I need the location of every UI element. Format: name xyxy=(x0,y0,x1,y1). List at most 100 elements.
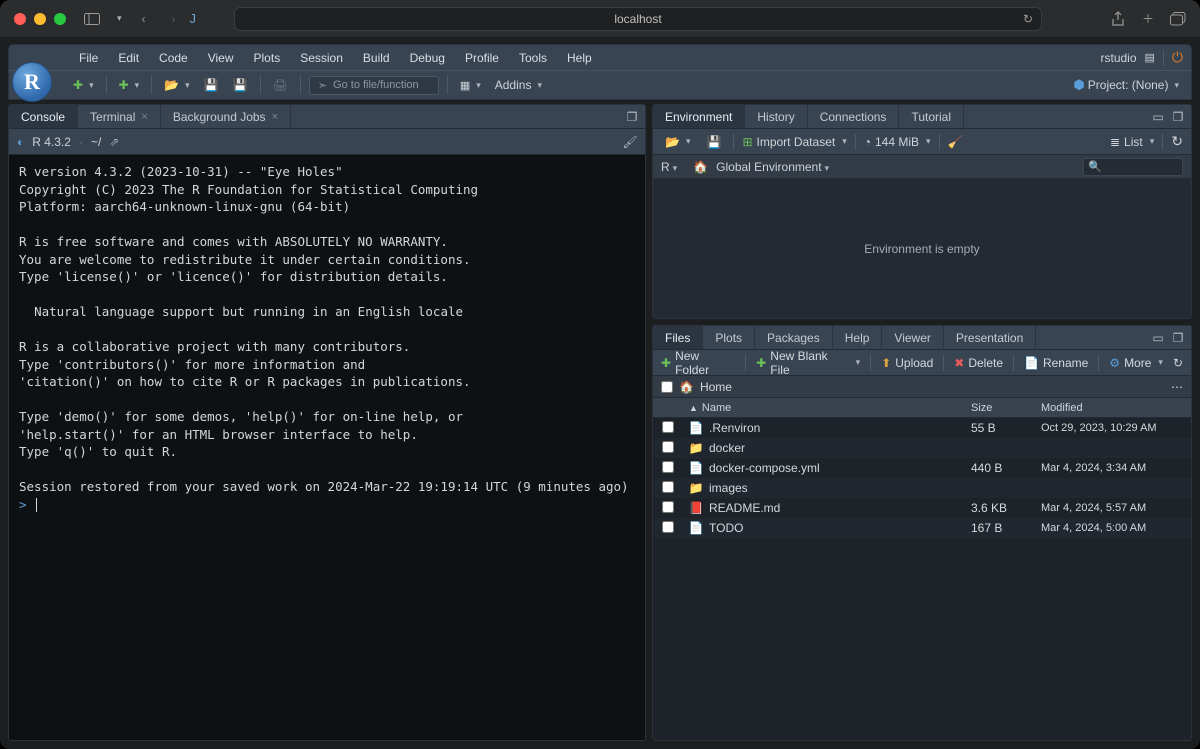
tab-presentation[interactable]: Presentation xyxy=(944,326,1036,349)
close-icon[interactable]: × xyxy=(272,111,278,123)
menu-session[interactable]: Session xyxy=(290,46,353,70)
pane-minimize-icon[interactable]: ▭ xyxy=(1151,331,1165,345)
pane-maximize-icon[interactable]: ❐ xyxy=(1171,110,1185,124)
file-size: 3.6 KB xyxy=(971,501,1041,515)
delete-button[interactable]: ✖Delete xyxy=(954,356,1003,370)
close-window-button[interactable] xyxy=(14,13,26,25)
breadcrumb-more-icon[interactable]: ⋯ xyxy=(1171,380,1183,394)
tab-help[interactable]: Help xyxy=(833,326,883,349)
minimize-window-button[interactable] xyxy=(34,13,46,25)
console-output[interactable]: R version 4.3.2 (2023-10-31) -- "Eye Hol… xyxy=(9,155,645,740)
save-all-button[interactable]: 💾 xyxy=(229,76,252,94)
col-name[interactable]: ▲Name xyxy=(683,402,971,414)
file-row[interactable]: 📁images xyxy=(653,478,1191,498)
tab-console[interactable]: Console xyxy=(9,105,78,128)
tab-viewer[interactable]: Viewer xyxy=(882,326,943,349)
tab-history[interactable]: History xyxy=(745,105,807,128)
clear-console-icon[interactable]: 🖌 xyxy=(623,135,637,149)
new-blank-file-button[interactable]: ✚New Blank File xyxy=(756,349,860,377)
menu-tools[interactable]: Tools xyxy=(509,46,557,70)
env-search-input[interactable]: 🔍 xyxy=(1083,158,1183,176)
select-all-checkbox[interactable] xyxy=(661,381,673,393)
print-button[interactable]: 🖨 xyxy=(269,76,292,94)
breadcrumb-home[interactable]: Home xyxy=(700,380,732,394)
file-checkbox[interactable] xyxy=(662,481,674,493)
rename-button[interactable]: 📄Rename xyxy=(1024,356,1088,370)
home-icon[interactable]: 🏠 xyxy=(679,380,694,394)
refresh-env-icon[interactable]: ↻ xyxy=(1171,133,1183,150)
file-checkbox[interactable] xyxy=(662,501,674,513)
share-icon[interactable] xyxy=(1110,11,1126,27)
menu-build[interactable]: Build xyxy=(353,46,400,70)
menu-help[interactable]: Help xyxy=(557,46,602,70)
file-checkbox[interactable] xyxy=(662,441,674,453)
grid-tools-button[interactable]: ▦ xyxy=(456,77,485,94)
file-row[interactable]: 📄docker-compose.yml 440 B Mar 4, 2024, 3… xyxy=(653,458,1191,478)
main-toolbar: ✚ ✚ 📂 💾 💾 🖨 ➣ Go to file/function ▦ Addi… xyxy=(8,70,1192,100)
search-icon: 🔍 xyxy=(1088,160,1102,173)
goto-file-input[interactable]: ➣ Go to file/function xyxy=(309,76,439,95)
tab-connections[interactable]: Connections xyxy=(808,105,900,128)
col-size[interactable]: Size xyxy=(971,402,1041,414)
clear-objects-icon[interactable]: 🧹 xyxy=(948,135,963,149)
menu-file[interactable]: File xyxy=(69,46,108,70)
file-row[interactable]: 📁docker xyxy=(653,438,1191,458)
open-file-button[interactable]: 📂 xyxy=(160,76,193,94)
refresh-files-icon[interactable]: ↻ xyxy=(1173,356,1183,370)
menu-debug[interactable]: Debug xyxy=(400,46,455,70)
file-row[interactable]: 📕README.md 3.6 KB Mar 4, 2024, 5:57 AM xyxy=(653,498,1191,518)
tab-plots[interactable]: Plots xyxy=(703,326,755,349)
tab-background-jobs[interactable]: Background Jobs× xyxy=(161,105,291,128)
brand-label: rstudio xyxy=(1100,51,1136,65)
save-button[interactable]: 💾 xyxy=(200,76,223,94)
new-tab-icon[interactable]: ＋ xyxy=(1140,11,1156,27)
env-scope-dropdown[interactable]: Global Environment xyxy=(716,160,829,174)
env-lang-scope[interactable]: R xyxy=(661,160,677,174)
quit-session-icon[interactable]: ⏻ xyxy=(1172,49,1183,66)
file-checkbox[interactable] xyxy=(662,461,674,473)
brand-doc-icon[interactable]: ▤ xyxy=(1145,51,1155,64)
nav-back-icon[interactable]: ‹ xyxy=(136,11,152,27)
pane-minimize-icon[interactable]: ▭ xyxy=(1151,110,1165,124)
project-menu[interactable]: ⬢ Project: (None) xyxy=(1069,75,1183,95)
file-row[interactable]: 📄TODO 167 B Mar 4, 2024, 5:00 AM xyxy=(653,518,1191,538)
sidebar-toggle-icon[interactable] xyxy=(84,11,100,27)
tab-terminal[interactable]: Terminal× xyxy=(78,105,161,128)
tab-environment[interactable]: Environment xyxy=(653,105,745,128)
addins-button[interactable]: Addins xyxy=(491,76,546,94)
env-view-mode[interactable]: ≣ List xyxy=(1110,135,1154,149)
menu-plots[interactable]: Plots xyxy=(244,46,291,70)
url-bar[interactable]: localhost ↻ xyxy=(234,7,1042,31)
file-name: .Renviron xyxy=(709,421,760,435)
close-icon[interactable]: × xyxy=(141,111,147,123)
file-checkbox[interactable] xyxy=(662,521,674,533)
maximize-window-button[interactable] xyxy=(54,13,66,25)
new-file-button[interactable]: ✚ xyxy=(69,76,98,94)
new-project-button[interactable]: ✚ xyxy=(115,76,144,94)
pane-maximize-icon[interactable]: ❐ xyxy=(1171,331,1185,345)
import-dataset-button[interactable]: ⊞ Import Dataset xyxy=(742,135,846,149)
upload-button[interactable]: ⬆Upload xyxy=(881,356,933,370)
menu-edit[interactable]: Edit xyxy=(108,46,149,70)
new-folder-button[interactable]: ✚New Folder xyxy=(661,349,735,377)
tabs-overview-icon[interactable] xyxy=(1170,11,1186,27)
col-modified[interactable]: Modified xyxy=(1041,402,1191,414)
tab-packages[interactable]: Packages xyxy=(755,326,833,349)
red-icon: 📕 xyxy=(689,501,703,515)
file-row[interactable]: 📄.Renviron 55 B Oct 29, 2023, 10:29 AM xyxy=(653,418,1191,438)
sidebar-dropdown-icon[interactable] xyxy=(114,11,122,27)
file-checkbox[interactable] xyxy=(662,421,674,433)
save-workspace-button[interactable]: 💾 xyxy=(702,133,725,151)
menu-view[interactable]: View xyxy=(198,46,244,70)
tab-files[interactable]: Files xyxy=(653,326,703,349)
load-workspace-button[interactable]: 📂 xyxy=(661,133,694,151)
memory-usage[interactable]: ◔ 144 MiB xyxy=(864,135,931,149)
pane-window-icon[interactable]: ❐ xyxy=(625,110,639,124)
path-popout-icon[interactable]: ⇗ xyxy=(109,135,119,149)
menu-profile[interactable]: Profile xyxy=(455,46,509,70)
reload-icon[interactable]: ↻ xyxy=(1023,12,1033,26)
nav-forward-icon[interactable]: › xyxy=(166,11,182,27)
tab-tutorial[interactable]: Tutorial xyxy=(899,105,964,128)
more-button[interactable]: ⚙More xyxy=(1109,356,1163,370)
menu-code[interactable]: Code xyxy=(149,46,198,70)
